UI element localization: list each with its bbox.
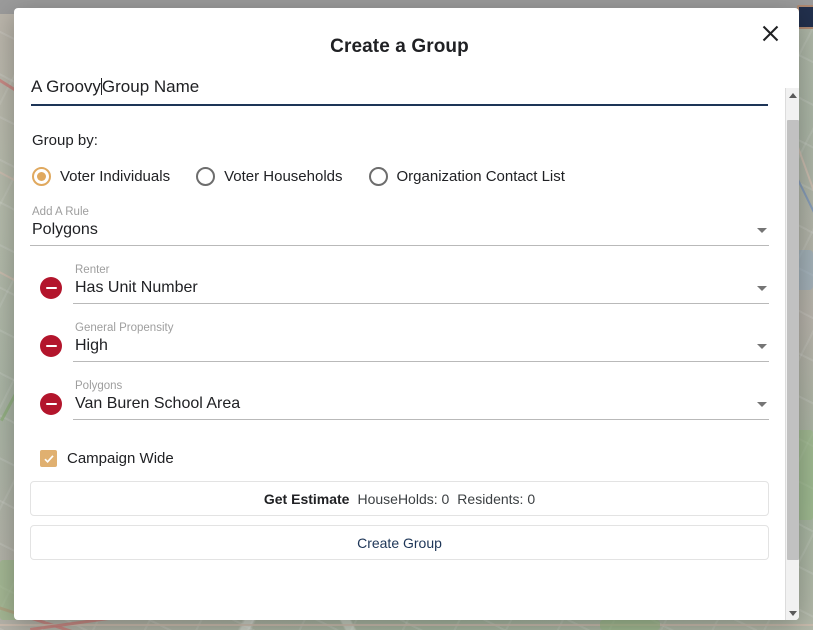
- group-by-radio-group: Voter Individuals Voter Households Organ…: [32, 167, 769, 186]
- scrollbar-thumb[interactable]: [787, 120, 799, 560]
- radio-label: Organization Contact List: [396, 168, 565, 185]
- rule-row: Renter Has Unit Number: [30, 264, 769, 304]
- dialog-scroll-area: Create a Group A GroovyGroup Name Group …: [14, 8, 785, 620]
- rule-field: General Propensity High: [73, 322, 769, 362]
- map-control-button[interactable]: [797, 5, 813, 29]
- rule-value: Has Unit Number: [75, 279, 198, 296]
- campaign-wide-label: Campaign Wide: [67, 450, 174, 467]
- create-group-label: Create Group: [357, 534, 442, 551]
- chevron-down-icon: [757, 402, 767, 407]
- get-estimate-label: Get Estimate: [263, 490, 350, 507]
- scroll-up-arrow-icon[interactable]: [786, 88, 799, 102]
- create-group-dialog: Create a Group A GroovyGroup Name Group …: [14, 8, 799, 620]
- rule-select[interactable]: Van Buren School Area: [73, 393, 769, 420]
- dialog-body: Create a Group A GroovyGroup Name Group …: [14, 8, 785, 560]
- rule-field: Renter Has Unit Number: [73, 264, 769, 304]
- page-title: Create a Group: [330, 36, 469, 57]
- chevron-down-icon: [757, 344, 767, 349]
- radio-label: Voter Individuals: [60, 168, 171, 185]
- scroll-down-arrow-icon[interactable]: [786, 606, 799, 620]
- add-rule-label: Add A Rule: [32, 206, 89, 218]
- rule-label: Renter: [75, 264, 110, 276]
- dialog-scrollbar[interactable]: [785, 88, 799, 620]
- close-icon[interactable]: [757, 20, 783, 46]
- rule-label: General Propensity: [75, 322, 174, 334]
- add-rule-select-block: Add A Rule Polygons: [30, 206, 769, 246]
- add-rule-select[interactable]: Polygons: [30, 219, 769, 246]
- minus-circle-icon[interactable]: [40, 335, 62, 357]
- group-by-label: Group by:: [32, 132, 98, 149]
- rule-select[interactable]: Has Unit Number: [73, 277, 769, 304]
- rule-label: Polygons: [75, 380, 123, 392]
- rule-row: General Propensity High: [30, 322, 769, 362]
- residents-count: Residents: 0: [457, 490, 536, 507]
- minus-circle-icon[interactable]: [40, 393, 62, 415]
- group-name-value-before-caret: A Groovy: [31, 77, 101, 96]
- radio-option-voter-households[interactable]: Voter Households: [196, 167, 343, 186]
- radio-unselected-icon: [196, 167, 216, 186]
- radio-selected-icon: [32, 167, 51, 186]
- rule-value: High: [75, 337, 108, 354]
- rule-select[interactable]: High: [73, 335, 769, 362]
- radio-option-voter-individuals[interactable]: Voter Individuals: [32, 167, 170, 186]
- map-road: [0, 624, 813, 626]
- radio-unselected-icon: [368, 167, 388, 186]
- minus-circle-icon[interactable]: [40, 277, 62, 299]
- group-name-input[interactable]: A GroovyGroup Name: [31, 76, 768, 106]
- rule-row: Polygons Van Buren School Area: [30, 380, 769, 420]
- map-park-area: [600, 620, 660, 630]
- create-group-button[interactable]: Create Group: [30, 525, 769, 560]
- campaign-wide-checkbox[interactable]: Campaign Wide: [40, 450, 769, 467]
- chevron-down-icon: [757, 228, 767, 233]
- rule-value: Van Buren School Area: [75, 395, 241, 412]
- households-count: HouseHolds: 0: [357, 490, 450, 507]
- chevron-down-icon: [757, 286, 767, 291]
- rule-field: Polygons Van Buren School Area: [73, 380, 769, 420]
- radio-option-organization-contact-list[interactable]: Organization Contact List: [368, 167, 565, 186]
- group-name-value-after-caret: Group Name: [101, 77, 200, 96]
- check-icon: [40, 450, 57, 467]
- get-estimate-button[interactable]: Get Estimate HouseHolds: 0 Residents: 0: [30, 481, 769, 516]
- application-root: Create a Group A GroovyGroup Name Group …: [0, 0, 813, 630]
- radio-label: Voter Households: [224, 168, 343, 185]
- add-rule-value: Polygons: [32, 221, 98, 238]
